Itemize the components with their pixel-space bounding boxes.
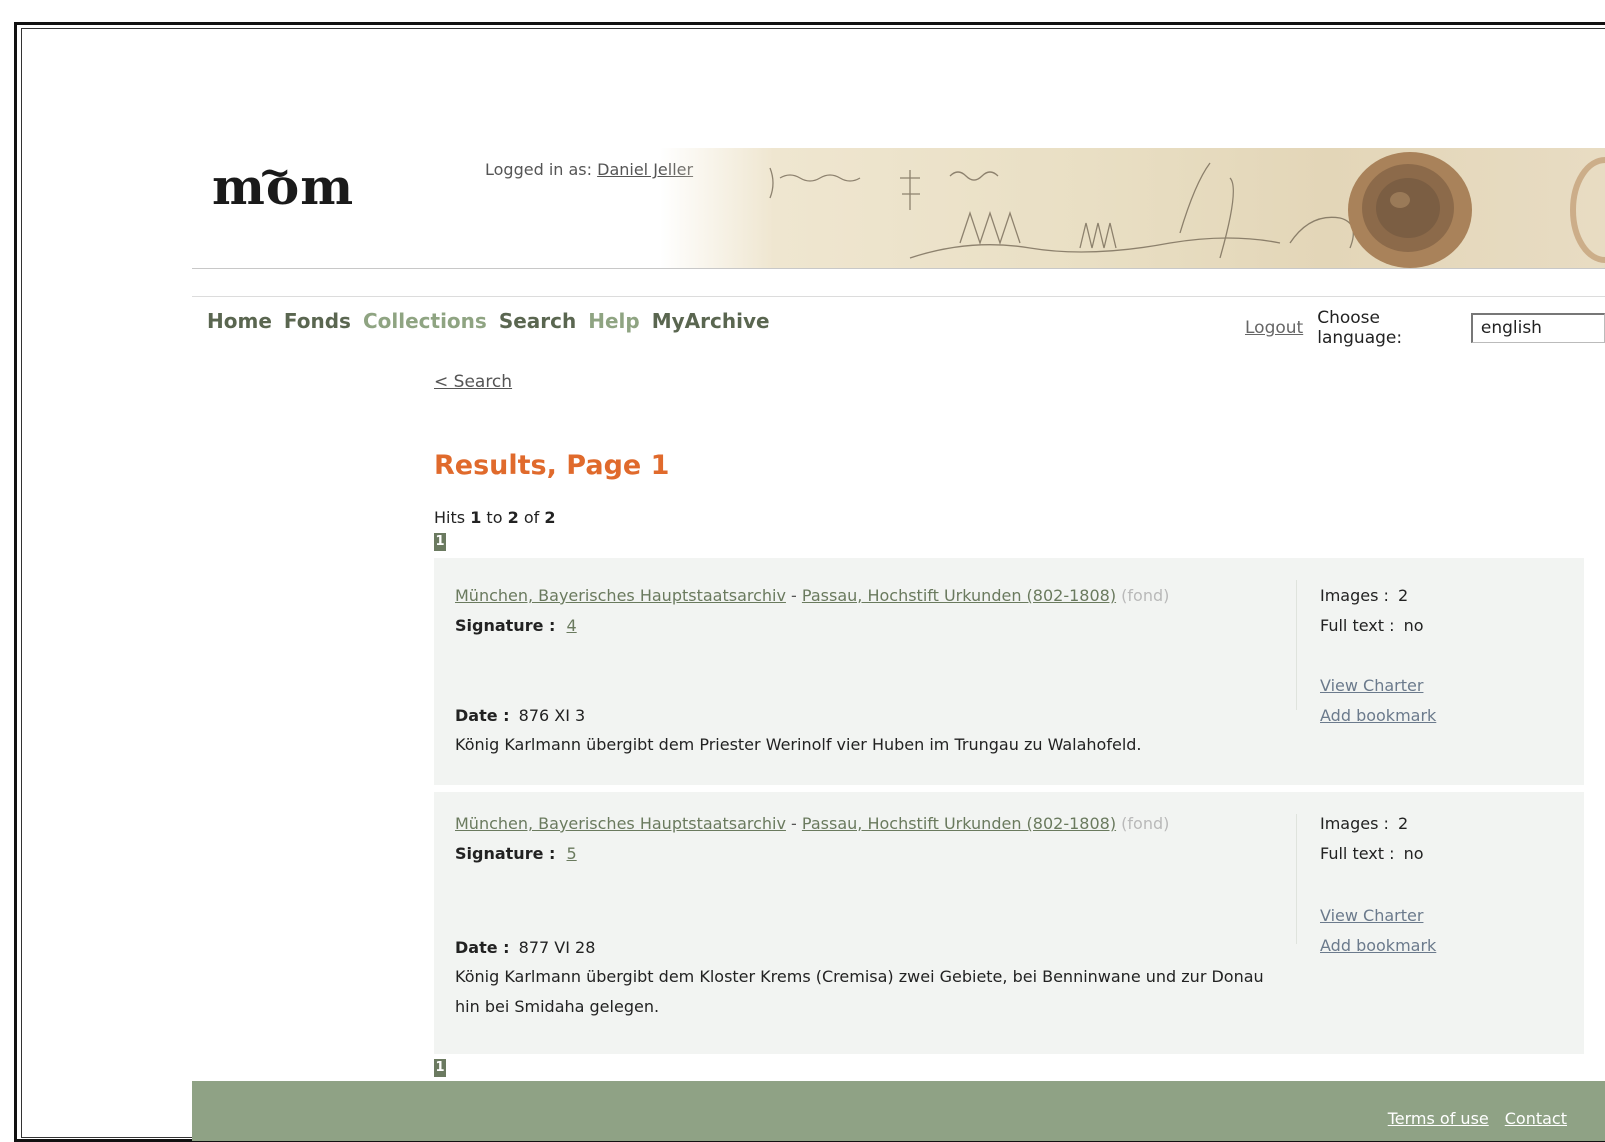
date-value: 877 VI 28 [518,938,596,957]
nav-search[interactable]: Search [499,309,576,333]
fond-type-label: (fond) [1121,814,1170,833]
nav-divider [192,296,1605,297]
result-description: König Karlmann übergibt dem Kloster Krem… [455,967,1264,1016]
date-value: 876 XI 3 [518,706,586,725]
date-row: Date : 877 VI 28 [455,938,595,957]
hits-prefix: Hits [434,508,466,527]
logged-in-label: Logged in as: [485,160,593,179]
choose-language-label: Choose language: [1317,308,1403,348]
view-charter-link[interactable]: View Charter [1320,906,1423,925]
date-row: Date : 876 XI 3 [455,706,585,725]
nav-fonds[interactable]: Fonds [284,309,351,333]
language-bar: Logout Choose language: english [1245,308,1605,348]
fulltext-label: Full text : [1320,844,1395,863]
source-separator: - [791,814,797,833]
hits-from: 1 [470,508,482,527]
hits-of-label: of [523,508,540,527]
back-to-search-link[interactable]: < Search [434,372,512,392]
page-title: Results, Page 1 [434,450,670,481]
hits-total: 2 [544,508,556,527]
hits-summary: Hits 1 to 2 of 2 [434,508,555,527]
date-label: Date : [455,938,510,957]
signature-row: Signature : 5 [455,844,577,863]
signature-label: Signature : [455,616,556,635]
fulltext-value: no [1403,844,1424,863]
fond-link[interactable]: Passau, Hochstift Urkunden (802-1808) [802,586,1116,605]
hits-to-label: to [486,508,503,527]
result-source: München, Bayerisches Hauptstaatsarchiv -… [455,586,1169,605]
signature-link[interactable]: 5 [567,844,577,863]
nav-help[interactable]: Help [588,309,639,333]
site-footer: Terms of use Contact [192,1081,1605,1141]
images-label: Images : [1320,814,1389,833]
result-description: König Karlmann übergibt dem Priester Wer… [455,735,1142,754]
add-bookmark-link[interactable]: Add bookmark [1320,706,1436,725]
nav-myarchive[interactable]: MyArchive [652,309,770,333]
view-charter-link[interactable]: View Charter [1320,676,1423,695]
images-label: Images : [1320,586,1389,605]
header-divider [192,268,1605,269]
fulltext-label: Full text : [1320,616,1395,635]
signature-link[interactable]: 4 [567,616,577,635]
fulltext-row: Full text : no [1320,616,1424,635]
wax-seal-icon [1348,152,1472,268]
result-source: München, Bayerisches Hauptstaatsarchiv -… [455,814,1169,833]
pagination-page-bottom[interactable]: 1 [434,1059,446,1077]
fond-link[interactable]: Passau, Hochstift Urkunden (802-1808) [802,814,1116,833]
images-count: 2 [1398,586,1409,605]
hits-to: 2 [507,508,519,527]
header-banner-image [660,148,1605,268]
card-divider [1296,580,1297,710]
images-row: Images : 2 [1320,814,1408,833]
nav-home[interactable]: Home [207,309,272,333]
fond-type-label: (fond) [1121,586,1170,605]
signature-row: Signature : 4 [455,616,577,635]
date-label: Date : [455,706,510,725]
archive-link[interactable]: München, Bayerisches Hauptstaatsarchiv [455,586,786,605]
language-select[interactable]: english [1470,313,1605,343]
images-row: Images : 2 [1320,586,1408,605]
terms-link[interactable]: Terms of use [1388,1109,1489,1128]
archive-link[interactable]: München, Bayerisches Hauptstaatsarchiv [455,814,786,833]
images-count: 2 [1398,814,1409,833]
logout-link[interactable]: Logout [1245,318,1303,338]
pagination-page-top[interactable]: 1 [434,533,446,551]
result-card: München, Bayerisches Hauptstaatsarchiv -… [434,558,1584,785]
footer-links: Terms of use Contact [1388,1109,1567,1128]
result-card: München, Bayerisches Hauptstaatsarchiv -… [434,792,1584,1054]
banner-manuscript-illustration [769,152,1605,268]
site-logo[interactable]: mom [212,162,354,212]
signature-label: Signature : [455,844,556,863]
card-divider [1296,814,1297,944]
fulltext-value: no [1403,616,1424,635]
add-bookmark-link[interactable]: Add bookmark [1320,936,1436,955]
main-nav: Home Fonds Collections Search Help MyArc… [207,309,770,333]
nav-collections[interactable]: Collections [363,309,487,333]
fulltext-row: Full text : no [1320,844,1424,863]
source-separator: - [791,586,797,605]
contact-link[interactable]: Contact [1505,1109,1567,1128]
